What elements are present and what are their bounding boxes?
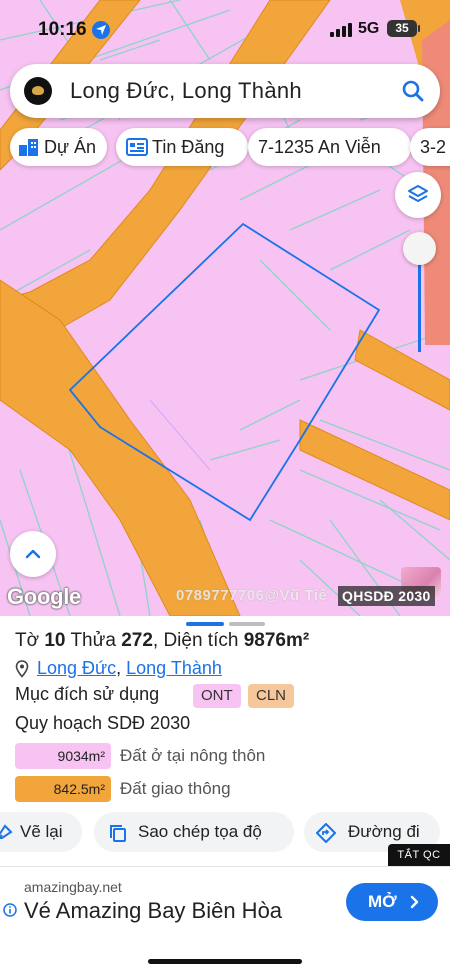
filter-chips: Dự Án Tin Đăng 7-1235 An Viễn 3-2 (10, 128, 450, 166)
location-separator: , (116, 658, 122, 678)
map-pin-icon (15, 660, 29, 678)
chip-3-2[interactable]: 3-2 (410, 128, 450, 166)
purpose-tag-ont: ONT (193, 684, 241, 708)
copy-coordinates-button[interactable]: Sao chép tọa độ (94, 812, 294, 852)
chip-label: 7-1235 An Viễn (258, 137, 381, 157)
sheet-handle-active[interactable] (186, 622, 224, 626)
battery-tip (418, 25, 420, 32)
ad-domain: amazingbay.net (24, 879, 122, 895)
legend-label: Đất ở tại nông thôn (120, 746, 266, 765)
search-bar[interactable]: Long Đức, Long Thành (10, 64, 440, 118)
redraw-icon (0, 824, 13, 839)
opacity-slider-knob[interactable] (403, 232, 436, 265)
sheet-handle[interactable] (229, 622, 265, 626)
copy-icon (110, 825, 126, 842)
parcel-prefix: Tờ (15, 630, 40, 651)
commune-link[interactable]: Long Đức (37, 658, 116, 678)
chip-tin-dang[interactable]: Tin Đăng (116, 128, 248, 166)
redraw-button[interactable]: Vẽ lại (0, 812, 82, 852)
purpose-tag-cln: CLN (248, 684, 295, 708)
google-attribution: Google (7, 584, 81, 609)
area-label: , Diện tích (152, 630, 239, 651)
status-bar: 10:16 5G 35 (0, 0, 450, 58)
action-buttons: Vẽ lại Sao chép tọa độ Đường đi (0, 812, 450, 852)
legend-area: 9034m² (15, 743, 111, 769)
status-time: 10:16 (38, 19, 87, 40)
parcel-title: Tờ 10 Thửa 272, Diện tích 9876m² (15, 630, 309, 652)
district-link[interactable]: Long Thành (126, 658, 222, 678)
layer-name-badge: QHSDĐ 2030 (338, 586, 435, 606)
copy-coordinates-label: Sao chép tọa độ (138, 822, 262, 841)
map-watermark: 0789777706@Vũ Tiế (176, 587, 328, 604)
plan-title: Quy hoạch SDĐ 2030 (15, 713, 191, 733)
chip-an-vien[interactable]: 7-1235 An Viễn (248, 128, 411, 166)
redraw-label: Vẽ lại (20, 822, 63, 841)
legend-row-traffic: 842.5m² Đất giao thông (15, 776, 435, 802)
chip-du-an[interactable]: Dự Án (10, 128, 107, 166)
purpose-label: Mục đích sử dụng (15, 684, 160, 704)
app-logo-icon[interactable] (24, 77, 52, 105)
parcel-info-sheet: Tờ 10 Thửa 272, Diện tích 9876m² Long Đứ… (0, 616, 450, 866)
signal-bars-icon (330, 23, 352, 37)
layers-icon (408, 185, 428, 202)
ad-open-button[interactable]: MỞ (346, 883, 438, 921)
network-type: 5G (358, 20, 380, 37)
home-indicator[interactable] (148, 959, 302, 964)
search-icon[interactable] (400, 78, 426, 104)
ad-banner[interactable]: amazingbay.net Vé Amazing Bay Biên Hòa M… (0, 866, 450, 974)
legend-row-residential: 9034m² Đất ở tại nông thôn (15, 743, 435, 769)
location-arrow-icon (92, 21, 110, 39)
ad-open-label: MỞ (368, 892, 397, 911)
ad-headline: Vé Amazing Bay Biên Hòa (24, 898, 283, 923)
area-value: 9876m² (243, 630, 310, 651)
chevron-right-icon (410, 895, 419, 909)
chip-label: Tin Đăng (152, 137, 225, 157)
plot-word: Thửa (70, 630, 116, 651)
ad-info-icon[interactable] (3, 903, 17, 917)
search-query[interactable]: Long Đức, Long Thành (70, 78, 302, 104)
listing-card-icon (126, 138, 148, 156)
layers-button[interactable] (395, 172, 441, 218)
directions-icon (316, 823, 336, 843)
plot-number: 272 (121, 630, 153, 651)
battery-icon: 35 (387, 20, 417, 37)
building-icon (19, 139, 38, 156)
legend-area: 842.5m² (15, 776, 111, 802)
ad-close-button[interactable]: TẮT QC (388, 844, 450, 866)
sheet-number: 10 (44, 630, 66, 651)
legend-label: Đất giao thông (120, 779, 231, 798)
chip-label: 3-2 (420, 137, 447, 157)
expand-sheet-button[interactable] (10, 531, 56, 577)
chevron-up-icon (25, 549, 41, 559)
chip-label: Dự Án (44, 137, 97, 157)
